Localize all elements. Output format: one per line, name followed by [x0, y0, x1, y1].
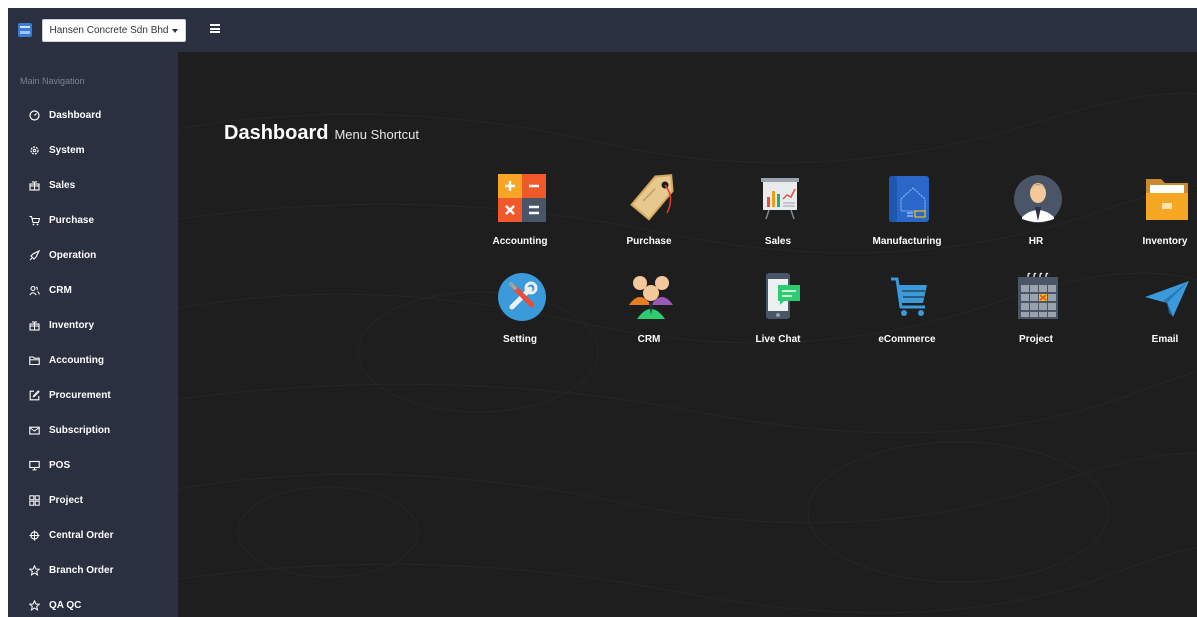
sidebar-item-label: Branch Order — [49, 564, 114, 576]
page-subtitle: Menu Shortcut — [334, 127, 420, 142]
app-window: Hansen Concrete Sdn Bhd Main Navigation … — [8, 8, 1197, 617]
edit-icon — [29, 389, 40, 401]
shortcut-label: HR — [1028, 236, 1044, 247]
shortcut-label: Sales — [764, 236, 792, 247]
sidebar-item-label: POS — [49, 459, 71, 471]
shortcut-live-chat[interactable]: Live Chat — [723, 271, 833, 361]
shortcut-setting[interactable]: Setting — [465, 271, 575, 361]
sidebar-item-project[interactable]: Project — [8, 487, 178, 513]
caret-down-icon — [172, 28, 179, 33]
shortcut-label: Accounting — [492, 236, 548, 247]
sidebar-item-label: Dashboard — [49, 109, 102, 121]
shortcut-hr[interactable]: HR — [981, 173, 1091, 263]
sidebar-item-pos[interactable]: POS — [8, 452, 178, 478]
shortcut-label: Purchase — [626, 236, 672, 247]
shortcut-label: Inventory — [1142, 236, 1188, 247]
folder-icon — [1143, 173, 1191, 225]
sidebar-item-label: Accounting — [49, 354, 104, 366]
sidebar-item-operation[interactable]: Operation — [8, 242, 178, 268]
cart-icon — [29, 215, 40, 226]
sidebar-item-crm[interactable]: CRM — [8, 277, 178, 303]
sidebar-item-accounting[interactable]: Accounting — [8, 347, 178, 373]
gift-icon — [29, 320, 40, 331]
sidebar-item-label: Inventory — [49, 319, 95, 331]
sidebar-item-label: Procurement — [49, 389, 111, 401]
shortcut-label: Project — [1019, 334, 1053, 345]
shortcut-label: Setting — [503, 334, 537, 345]
sidebar-item-label: Subscription — [49, 424, 111, 436]
blueprint-icon — [885, 173, 933, 225]
shortcut-label: Manufacturing — [872, 236, 942, 247]
shortcut-label: eCommerce — [878, 334, 936, 345]
star-icon — [29, 599, 40, 611]
shortcut-accounting[interactable]: Accounting — [465, 173, 575, 263]
sidebar-item-sales[interactable]: Sales — [8, 172, 178, 198]
sidebar-item-label: Purchase — [49, 214, 95, 226]
page-title-text: Dashboard — [224, 122, 329, 144]
shortcut-label: Live Chat — [755, 334, 801, 345]
mail-icon — [29, 425, 40, 436]
shopping-cart-icon — [885, 271, 933, 323]
sidebar-item-qa-qc[interactable]: QA QC — [8, 592, 178, 617]
monitor-icon — [29, 460, 40, 471]
sidebar-item-central-order[interactable]: Central Order — [8, 522, 178, 548]
person-icon — [1014, 173, 1062, 225]
folder-icon — [29, 355, 40, 366]
calendar-icon — [1014, 271, 1062, 323]
chat-phone-icon — [756, 271, 804, 323]
sidebar-item-inventory[interactable]: Inventory — [8, 312, 178, 338]
shortcut-label: CRM — [637, 334, 661, 345]
sidebar-item-label: Project — [49, 494, 83, 506]
presentation-chart-icon — [756, 173, 804, 225]
hamburger-menu-icon[interactable] — [210, 24, 220, 33]
rocket-icon — [29, 249, 40, 261]
star-icon — [29, 564, 40, 576]
shortcut-label: Email — [1151, 334, 1179, 345]
sidebar-item-purchase[interactable]: Purchase — [8, 207, 178, 233]
sidebar-item-label: Operation — [49, 249, 97, 261]
shortcut-sales[interactable]: Sales — [723, 173, 833, 263]
page-title: Dashboard Menu Shortcut — [224, 122, 419, 145]
top-bar: Hansen Concrete Sdn Bhd — [8, 8, 1197, 52]
sidebar-item-dashboard[interactable]: Dashboard — [8, 102, 178, 128]
nav-section-header: Main Navigation — [20, 76, 85, 86]
company-name: Hansen Concrete Sdn Bhd — [49, 25, 169, 36]
shortcut-purchase[interactable]: Purchase — [594, 173, 704, 263]
sidebar-item-label: CRM — [49, 284, 72, 296]
crosshair-icon — [29, 530, 40, 541]
sidebar-item-branch-order[interactable]: Branch Order — [8, 557, 178, 583]
people-icon — [627, 271, 675, 323]
erp-logo-icon[interactable] — [18, 23, 32, 37]
sidebar-item-procurement[interactable]: Procurement — [8, 382, 178, 408]
sidebar-item-label: System — [49, 144, 85, 156]
sidebar: Main Navigation Dashboard System Sales P… — [8, 52, 178, 617]
sidebar-item-label: Central Order — [49, 529, 114, 541]
sidebar-item-subscription[interactable]: Subscription — [8, 417, 178, 443]
tools-icon — [498, 271, 546, 323]
shortcut-ecommerce[interactable]: eCommerce — [852, 271, 962, 361]
gift-icon — [29, 180, 40, 191]
sidebar-item-label: QA QC — [49, 599, 82, 611]
dashboard-icon — [29, 109, 40, 121]
shortcut-manufacturing[interactable]: Manufacturing — [852, 173, 962, 263]
shortcut-crm[interactable]: CRM — [594, 271, 704, 361]
shortcut-project[interactable]: Project — [981, 271, 1091, 361]
users-icon — [29, 285, 40, 296]
main-content: Dashboard Menu Shortcut Accounting Purch… — [178, 52, 1197, 617]
price-tag-icon — [627, 173, 675, 225]
gear-icon — [29, 145, 40, 156]
calculator-icon — [498, 173, 546, 225]
grid-icon — [29, 494, 40, 506]
sidebar-item-system[interactable]: System — [8, 137, 178, 163]
shortcut-inventory[interactable]: Inventory — [1110, 173, 1197, 263]
sidebar-item-label: Sales — [49, 179, 76, 191]
shortcut-email[interactable]: Email — [1110, 271, 1197, 361]
company-selector[interactable]: Hansen Concrete Sdn Bhd — [42, 19, 186, 42]
paper-plane-icon — [1143, 271, 1191, 323]
